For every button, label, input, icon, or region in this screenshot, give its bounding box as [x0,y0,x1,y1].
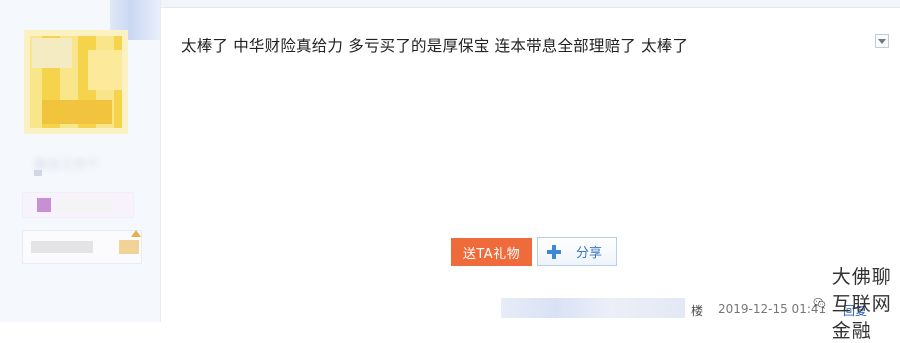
post-timestamp: 2019-12-15 01:41 [718,302,827,316]
user-level[interactable] [22,230,142,264]
badge-icon [37,198,51,212]
post-menu-button[interactable] [875,34,889,48]
send-gift-button[interactable]: 送TA礼物 [451,238,532,266]
post-divider [161,0,900,8]
user-badge[interactable] [22,192,134,218]
post-body: 太棒了 中华财险真给力 多亏买了的是厚保宝 连本带息全部理赔了 太棒了 送TA礼… [161,0,900,342]
watermark-text: 大佛聊互联网金融 [831,266,892,342]
forum-post: 跟自工作个 太棒了 中华财险真给力 多亏买了的是厚保宝 连本带息全部理赔了 太棒… [0,0,900,342]
plus-icon [546,244,562,260]
share-button[interactable]: 分享 [537,237,617,266]
user-sidebar: 跟自工作个 [0,0,161,322]
avatar-pixel [42,100,112,124]
avatar-pixel [88,50,122,90]
badge-label-blurred [53,198,113,212]
post-content: 太棒了 中华财险真给力 多亏买了的是厚保宝 连本带息全部理赔了 太棒了 [181,37,689,55]
wechat-icon [813,297,826,309]
user-name[interactable]: 跟自工作个 [34,154,124,174]
floor-label: 楼 [691,304,704,318]
avatar[interactable] [24,30,128,134]
level-icon [119,240,139,254]
watermark: 大佛聊互联网金融 [813,262,900,343]
level-label-blurred [31,241,93,253]
footer-info-blurred [501,298,685,318]
level-arrow-icon [131,230,141,237]
share-label: 分享 [576,246,603,261]
avatar-pixel [32,38,72,68]
name-fragment [34,170,42,176]
chevron-down-icon [878,39,886,44]
